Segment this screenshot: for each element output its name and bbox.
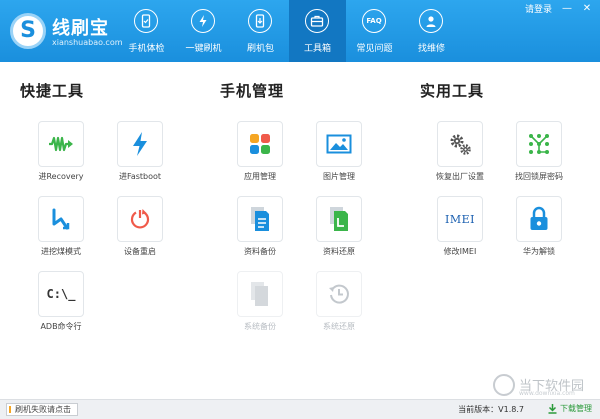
section-title-quick-tools: 快捷工具: [20, 82, 85, 100]
tool-label: 恢复出厂设置: [436, 172, 484, 181]
restore-document-icon: [316, 196, 362, 242]
terminal-icon: C:\_: [38, 271, 84, 317]
flash-failed-help-button[interactable]: 刷机失败请点击: [6, 403, 78, 416]
tab-label: 一键刷机: [185, 44, 222, 54]
backup-document-icon: [237, 196, 283, 242]
tool-label: 华为解锁: [523, 247, 555, 256]
watermark-url: www.downxia.com: [519, 390, 575, 397]
toolbox-icon: [305, 9, 329, 33]
tool-photo-management[interactable]: 图片管理: [309, 121, 369, 191]
imei-icon-text: IMEI: [445, 212, 475, 226]
minimize-button[interactable]: —: [560, 3, 574, 15]
faq-icon: FAQ: [362, 9, 386, 33]
tab-phone-check[interactable]: 手机体检: [118, 0, 175, 62]
section-title-phone-management: 手机管理: [220, 82, 285, 100]
tool-label: 应用管理: [244, 172, 276, 181]
tab-label: 常见问题: [356, 44, 393, 54]
tool-label: 修改IMEI: [443, 247, 477, 256]
section-title-utilities: 实用工具: [420, 82, 485, 100]
tab-label: 工具箱: [303, 44, 331, 54]
history-icon: [316, 271, 362, 317]
version-label: 当前版本：V1.8.7: [458, 405, 524, 414]
lightning-icon: [117, 121, 163, 167]
apps-grid-icon: [237, 121, 283, 167]
main-nav: 手机体检 一键刷机 刷机包 工具箱 FAQ 常见问题 找维修: [118, 0, 460, 62]
app-subtitle: xianshuabao.com: [52, 38, 123, 47]
title-bar: S 线刷宝 xianshuabao.com 手机体检 一键刷机 刷机包 工具箱 …: [0, 0, 600, 62]
tab-toolbox[interactable]: 工具箱: [289, 0, 346, 62]
recovery-icon: [38, 121, 84, 167]
tool-data-restore[interactable]: 资料还原: [309, 196, 369, 266]
flash-icon: [191, 9, 215, 33]
system-backup-icon: [237, 271, 283, 317]
tab-label: 找维修: [417, 44, 445, 54]
tool-factory-reset[interactable]: 恢复出厂设置: [430, 121, 490, 191]
tool-reboot[interactable]: 设备重启: [110, 196, 170, 266]
padlock-icon: [516, 196, 562, 242]
tool-system-backup[interactable]: 系统备份: [230, 271, 290, 341]
pattern-lock-icon: [516, 121, 562, 167]
tool-label: 设备重启: [124, 247, 156, 256]
tool-app-management[interactable]: 应用管理: [230, 121, 290, 191]
tool-label: 系统还原: [323, 322, 355, 331]
tool-label: 系统备份: [244, 322, 276, 331]
tool-label: ADB命令行: [40, 322, 82, 331]
tab-find-repair[interactable]: 找维修: [403, 0, 460, 62]
status-bar: 刷机失败请点击 当前版本：V1.8.7 下载管理: [0, 399, 600, 419]
tool-system-restore[interactable]: 系统还原: [309, 271, 369, 341]
tool-label: 进Recovery: [38, 172, 84, 181]
tool-edl-mode[interactable]: 进挖煤模式: [31, 196, 91, 266]
app-logo: S 线刷宝 xianshuabao.com: [10, 10, 123, 54]
reboot-icon: [117, 196, 163, 242]
tab-one-click-flash[interactable]: 一键刷机: [175, 0, 232, 62]
watermark: 当下软件园 www.downxia.com: [493, 374, 593, 400]
tab-label: 手机体检: [128, 44, 165, 54]
tool-adb-command[interactable]: C:\_ ADB命令行: [31, 271, 91, 341]
tool-label: 图片管理: [323, 172, 355, 181]
tool-label: 进挖煤模式: [41, 247, 81, 256]
package-icon: [248, 9, 272, 33]
logo-icon: S: [10, 13, 46, 49]
tool-label: 资料还原: [323, 247, 355, 256]
tool-huawei-unlock[interactable]: 华为解锁: [509, 196, 569, 266]
tool-recovery[interactable]: 进Recovery: [31, 121, 91, 191]
download-manager-button[interactable]: 下载管理: [548, 403, 592, 414]
tool-recover-lock-pattern[interactable]: 找回锁屏密码: [509, 121, 569, 191]
close-button[interactable]: ✕: [580, 3, 594, 15]
tool-modify-imei[interactable]: IMEI 修改IMEI: [430, 196, 490, 266]
tab-rom-package[interactable]: 刷机包: [232, 0, 289, 62]
faq-icon-text: FAQ: [366, 17, 382, 25]
imei-icon: IMEI: [437, 196, 483, 242]
watermark-logo-icon: [493, 374, 515, 396]
tab-label: 刷机包: [246, 44, 274, 54]
tool-label: 找回锁屏密码: [515, 172, 563, 181]
gears-icon: [437, 121, 483, 167]
login-link[interactable]: 请登录: [525, 2, 552, 15]
tab-faq[interactable]: FAQ 常见问题: [346, 0, 403, 62]
terminal-icon-text: C:\_: [46, 287, 76, 301]
repair-person-icon: [419, 9, 443, 33]
download-manager-label: 下载管理: [560, 404, 592, 413]
tool-data-backup[interactable]: 资料备份: [230, 196, 290, 266]
tool-label: 进Fastboot: [118, 172, 162, 181]
window-controls: 请登录 — ✕: [525, 2, 594, 15]
image-icon: [316, 121, 362, 167]
phone-check-icon: [134, 9, 158, 33]
download-icon: [548, 403, 557, 414]
app-title: 线刷宝: [52, 18, 109, 39]
tool-fastboot[interactable]: 进Fastboot: [110, 121, 170, 191]
edl-mode-icon: [38, 196, 84, 242]
tool-label: 资料备份: [244, 247, 276, 256]
